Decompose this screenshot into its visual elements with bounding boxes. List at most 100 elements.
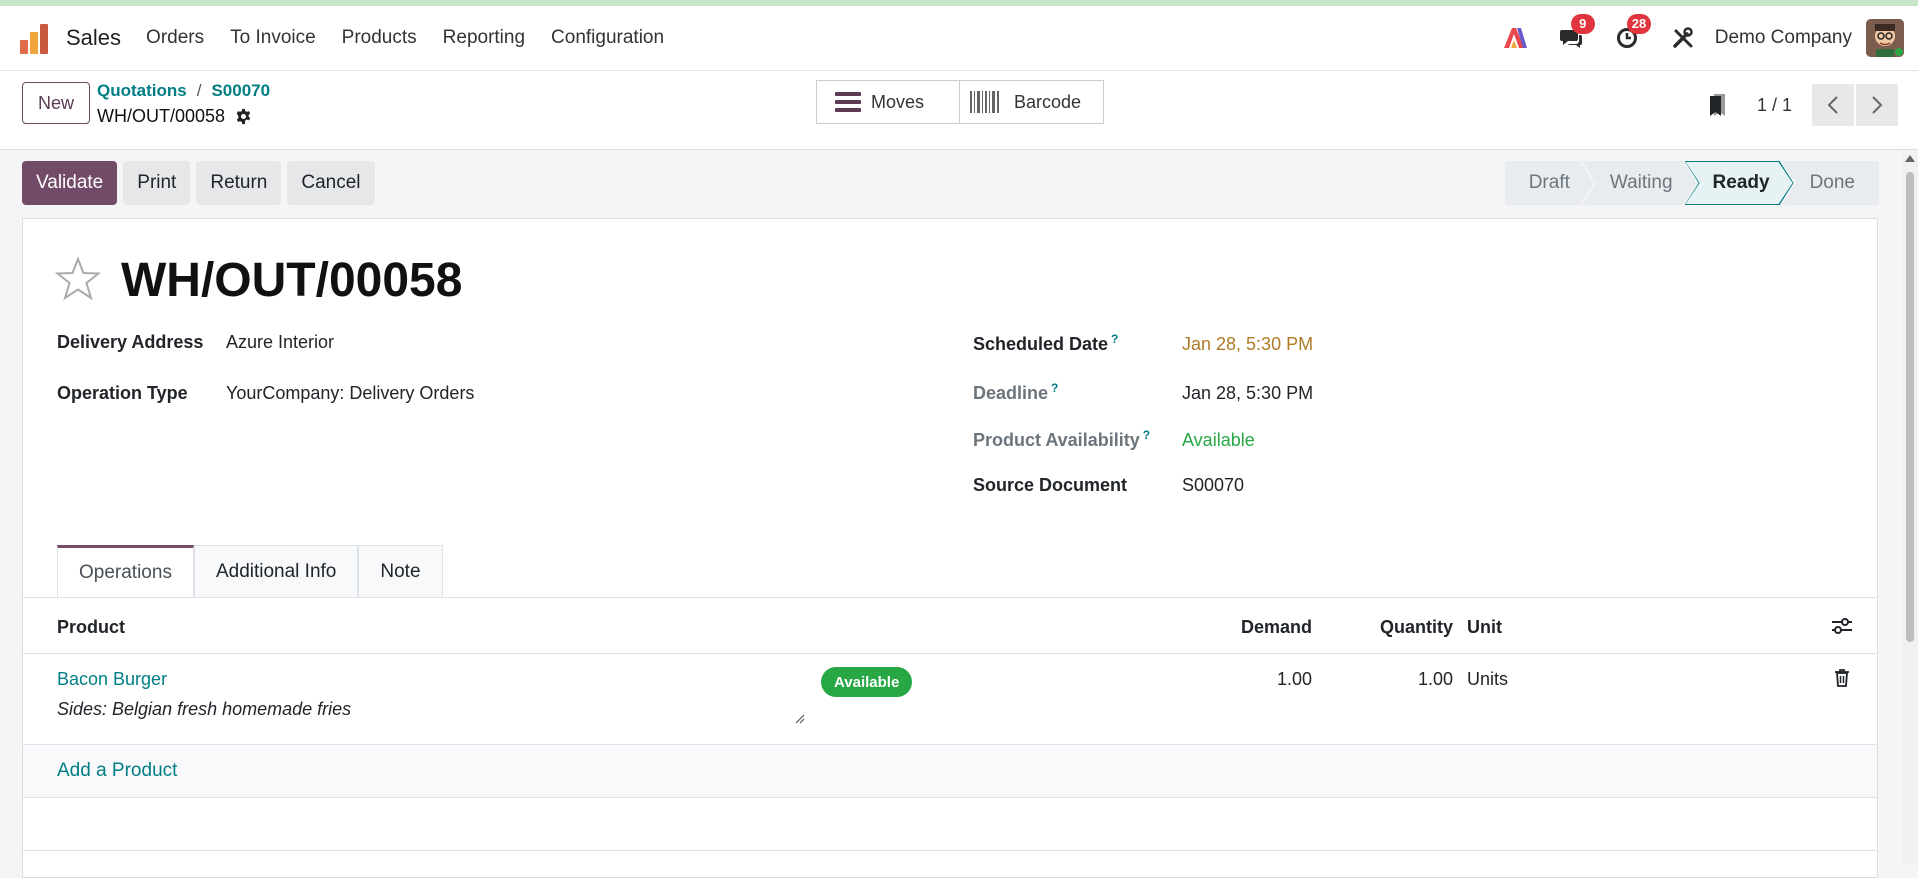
ai-icon[interactable] <box>1500 23 1530 53</box>
tab-additional-info[interactable]: Additional Info <box>193 545 359 597</box>
scroll-up-arrow-icon[interactable] <box>1905 155 1915 162</box>
operation-type-value[interactable]: YourCompany: Delivery Orders <box>226 383 474 404</box>
menu-reporting[interactable]: Reporting <box>430 27 538 49</box>
barcode-smart-button[interactable]: Barcode <box>959 80 1104 124</box>
cancel-button[interactable]: Cancel <box>287 161 375 205</box>
form-sheet: WH/OUT/00058 Delivery Address Azure Inte… <box>22 218 1878 878</box>
new-button[interactable]: New <box>22 82 90 124</box>
app-logo-icon[interactable] <box>20 22 52 54</box>
pager-previous-button[interactable] <box>1812 84 1854 126</box>
help-icon[interactable]: ? <box>1111 332 1118 346</box>
menu-orders[interactable]: Orders <box>133 27 217 49</box>
stage-ready-label: Ready <box>1712 172 1770 193</box>
column-unit[interactable]: Unit <box>1467 617 1502 638</box>
column-demand[interactable]: Demand <box>1241 617 1312 638</box>
moves-smart-button[interactable]: Moves <box>816 80 960 124</box>
breadcrumb-quotations[interactable]: Quotations <box>97 81 187 100</box>
add-product-link[interactable]: Add a Product <box>57 760 177 782</box>
column-quantity[interactable]: Quantity <box>1380 617 1453 638</box>
main-menu: Orders To Invoice Products Reporting Con… <box>133 27 677 49</box>
bookmark-icon[interactable] <box>1709 93 1727 117</box>
source-document-value[interactable]: S00070 <box>1182 475 1244 496</box>
messages-icon[interactable]: 9 <box>1556 14 1595 53</box>
delivery-address-field: Delivery Address Azure Interior <box>57 332 334 353</box>
stage-ready[interactable]: Ready <box>1685 161 1794 205</box>
deadline-field: Deadline? Jan 28, 5:30 PM <box>973 381 1313 404</box>
form-tabs: Operations Additional Info Note <box>57 545 443 597</box>
star-icon[interactable] <box>55 257 101 301</box>
product-availability-label-text: Product Availability <box>973 430 1140 450</box>
scheduled-date-label-text: Scheduled Date <box>973 334 1109 354</box>
delivery-address-label: Delivery Address <box>57 332 204 352</box>
help-icon[interactable]: ? <box>1143 428 1150 442</box>
operation-type-field: Operation Type YourCompany: Delivery Ord… <box>57 383 474 404</box>
delivery-address-value[interactable]: Azure Interior <box>226 332 334 353</box>
user-avatar[interactable] <box>1866 19 1904 57</box>
availability-status-badge: Available <box>821 667 913 697</box>
validate-button[interactable]: Validate <box>22 161 118 205</box>
chevron-right-icon <box>1872 96 1883 114</box>
menu-configuration[interactable]: Configuration <box>538 27 677 49</box>
chevron-left-icon <box>1827 96 1838 114</box>
row-product-name[interactable]: Bacon Burger <box>57 669 167 690</box>
list-icon <box>835 92 861 112</box>
debug-tools-icon[interactable] <box>1668 23 1698 53</box>
scheduled-date-value[interactable]: Jan 28, 5:30 PM <box>1182 334 1313 355</box>
breadcrumb: Quotations / S00070 <box>97 81 270 101</box>
breadcrumb-order[interactable]: S00070 <box>211 81 270 100</box>
pager-value[interactable]: 1 / 1 <box>1757 95 1792 116</box>
row-quantity[interactable]: 1.00 <box>1418 669 1453 690</box>
tab-operations[interactable]: Operations <box>57 545 194 597</box>
source-document-label: Source Document <box>973 475 1128 495</box>
status-stages: Draft Waiting Ready Done <box>1505 161 1879 205</box>
pager-next-button[interactable] <box>1856 84 1898 126</box>
messages-count-badge: 9 <box>1570 14 1595 34</box>
row-product-description[interactable]: Sides: Belgian fresh homemade fries <box>57 699 351 720</box>
row-demand[interactable]: 1.00 <box>1277 669 1312 690</box>
resize-handle-icon[interactable] <box>795 714 805 724</box>
deadline-value: Jan 28, 5:30 PM <box>1182 383 1314 403</box>
stage-draft[interactable]: Draft <box>1505 161 1594 205</box>
gear-icon[interactable] <box>235 108 252 125</box>
current-record: WH/OUT/00058 <box>97 106 252 127</box>
print-button[interactable]: Print <box>123 161 191 205</box>
main-navbar: Sales Orders To Invoice Products Reporti… <box>0 6 1918 71</box>
stage-done[interactable]: Done <box>1781 161 1879 205</box>
trash-icon[interactable] <box>1834 669 1850 687</box>
breadcrumb-separator: / <box>196 81 202 100</box>
product-availability-field: Product Availability? Available <box>973 428 1255 451</box>
deadline-label-text: Deadline <box>973 383 1049 403</box>
product-availability-label: Product Availability? <box>973 428 1182 451</box>
scheduled-date-field: Scheduled Date? Jan 28, 5:30 PM <box>973 332 1313 355</box>
return-button[interactable]: Return <box>196 161 282 205</box>
activities-clock-icon[interactable]: 28 <box>1612 14 1652 53</box>
tab-note[interactable]: Note <box>358 545 443 597</box>
column-product[interactable]: Product <box>57 617 125 638</box>
table-row[interactable]: Bacon Burger Sides: Belgian fresh homema… <box>23 654 1877 745</box>
empty-table-row <box>23 798 1877 851</box>
barcode-label: Barcode <box>1014 91 1082 112</box>
menu-products[interactable]: Products <box>329 27 430 49</box>
menu-to-invoice[interactable]: To Invoice <box>217 27 329 49</box>
pager: 1 / 1 <box>1709 83 1918 127</box>
help-icon[interactable]: ? <box>1051 381 1058 395</box>
table-header: Product Demand Quantity Unit <box>23 599 1877 654</box>
scrollbar-thumb[interactable] <box>1906 172 1914 642</box>
product-availability-value: Available <box>1182 430 1255 450</box>
company-switcher[interactable]: Demo Company <box>1715 27 1852 49</box>
control-panel: New Quotations / S00070 WH/OUT/00058 Moves… <box>0 71 1918 150</box>
source-document-field: Source Document S00070 <box>973 475 1244 496</box>
add-line-row: Add a Product <box>23 745 1877 798</box>
row-unit[interactable]: Units <box>1467 669 1508 690</box>
action-buttons: Validate Print Return Cancel <box>22 161 375 205</box>
optional-columns-icon[interactable] <box>1831 617 1853 635</box>
scheduled-date-label: Scheduled Date? <box>973 332 1182 355</box>
page-scrollbar[interactable] <box>1902 150 1918 865</box>
operation-type-label: Operation Type <box>57 383 188 403</box>
stage-waiting[interactable]: Waiting <box>1582 161 1697 205</box>
record-title: WH/OUT/00058 <box>121 254 463 307</box>
tab-divider <box>23 597 1877 598</box>
deadline-label: Deadline? <box>973 381 1182 404</box>
app-name[interactable]: Sales <box>66 25 121 51</box>
activities-count-badge: 28 <box>1626 14 1652 34</box>
